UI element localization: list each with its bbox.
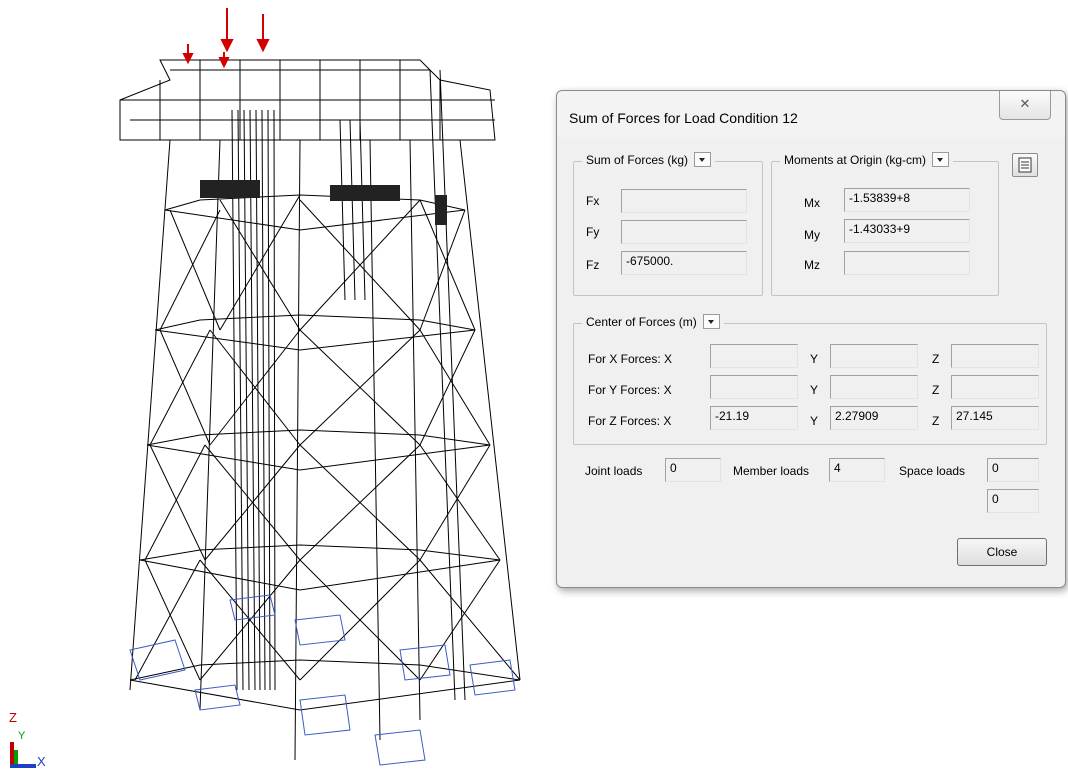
- y-forces-x-field[interactable]: [710, 375, 798, 399]
- x-forces-x-field[interactable]: [710, 344, 798, 368]
- member-loads-label: Member loads: [733, 464, 810, 478]
- x-forces-z-label: Z: [932, 352, 940, 366]
- fy-label: Fy: [586, 225, 600, 239]
- joint-loads-label: Joint loads: [585, 464, 643, 478]
- print-report-button[interactable]: [1012, 153, 1038, 177]
- document-list-icon: [1018, 157, 1032, 173]
- fx-label: Fx: [586, 194, 600, 208]
- space-loads-label: Space loads: [899, 464, 966, 478]
- mz-field[interactable]: [844, 251, 970, 275]
- close-button[interactable]: Close: [957, 538, 1047, 566]
- center-of-forces-header: Center of Forces (m): [582, 314, 724, 331]
- center-of-forces-units-dropdown[interactable]: [702, 314, 720, 330]
- sum-of-forces-header: Sum of Forces (kg): [582, 152, 716, 169]
- z-forces-row-label: For Z Forces: X: [588, 414, 672, 428]
- z-forces-x-field[interactable]: -21.19: [710, 406, 798, 430]
- center-of-forces-group: Center of Forces (m) For X Forces: X Y Z…: [573, 314, 1047, 445]
- space-loads-field[interactable]: 0: [987, 458, 1039, 482]
- structure-wireframe-viewport[interactable]: [0, 0, 560, 779]
- space-loads-field-2[interactable]: 0: [987, 489, 1039, 513]
- moments-header: Moments at Origin (kg-cm): [780, 152, 954, 169]
- x-forces-y-label: Y: [810, 352, 819, 366]
- z-forces-y-label: Y: [810, 414, 819, 428]
- y-forces-row-label: For Y Forces: X: [588, 383, 672, 397]
- dialog-title-bar[interactable]: Sum of Forces for Load Condition 12 ✕: [557, 91, 1065, 137]
- my-field[interactable]: -1.43033+9: [844, 219, 970, 243]
- mz-label: Mz: [804, 258, 820, 272]
- moments-label: Moments at Origin (kg-cm): [784, 153, 927, 167]
- dialog-title: Sum of Forces for Load Condition 12: [569, 110, 798, 126]
- y-forces-z-label: Z: [932, 383, 940, 397]
- moments-units-dropdown[interactable]: [932, 152, 950, 168]
- x-forces-y-field[interactable]: [830, 344, 918, 368]
- sum-of-forces-units-dropdown[interactable]: [694, 152, 712, 168]
- x-forces-row-label: For X Forces: X: [588, 352, 673, 366]
- fz-field[interactable]: -675000.: [621, 251, 747, 275]
- fz-label: Fz: [586, 258, 600, 272]
- sum-of-forces-label: Sum of Forces (kg): [586, 153, 689, 167]
- z-forces-z-label: Z: [932, 414, 940, 428]
- z-forces-z-field[interactable]: 27.145: [951, 406, 1039, 430]
- joint-loads-field[interactable]: 0: [665, 458, 721, 482]
- z-forces-y-field[interactable]: 2.27909: [830, 406, 918, 430]
- fy-field[interactable]: [621, 220, 747, 244]
- my-label: My: [804, 228, 820, 242]
- axis-triad: Z Y X: [0, 710, 60, 779]
- moments-group: Moments at Origin (kg-cm) Mx -1.53839+8 …: [771, 152, 999, 296]
- mx-label: Mx: [804, 196, 820, 210]
- mx-field[interactable]: -1.53839+8: [844, 188, 970, 212]
- member-loads-field[interactable]: 4: [829, 458, 885, 482]
- x-forces-z-field[interactable]: [951, 344, 1039, 368]
- y-forces-y-field[interactable]: [830, 375, 918, 399]
- fx-field[interactable]: [621, 189, 747, 213]
- sum-of-forces-group: Sum of Forces (kg) Fx Fy Fz -675000.: [573, 152, 763, 296]
- center-of-forces-label: Center of Forces (m): [586, 315, 697, 329]
- axis-arrows-icon: [10, 742, 36, 768]
- y-forces-z-field[interactable]: [951, 375, 1039, 399]
- y-forces-y-label: Y: [810, 383, 819, 397]
- sum-of-forces-dialog: Sum of Forces for Load Condition 12 ✕ Su…: [556, 90, 1066, 588]
- close-icon[interactable]: ✕: [999, 91, 1051, 120]
